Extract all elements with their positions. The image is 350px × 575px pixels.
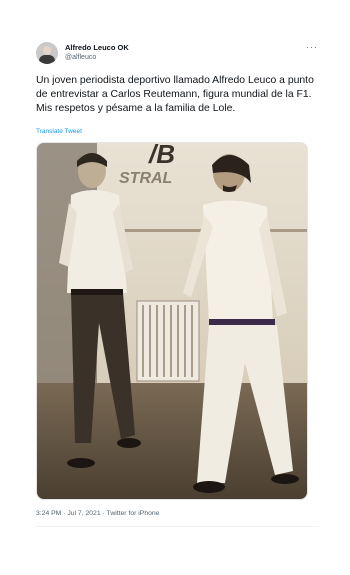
tweet-date[interactable]: Jul 7, 2021	[67, 510, 100, 517]
avatar[interactable]	[36, 42, 58, 64]
tweet-photo[interactable]: /B STRAL	[36, 142, 308, 500]
author-name[interactable]: Alfredo Leuco OK	[65, 43, 129, 52]
translate-tweet-link[interactable]: Translate Tweet	[36, 128, 82, 135]
tweet-text: Un joven periodista deportivo llamado Al…	[36, 75, 314, 114]
avatar-torso	[39, 55, 55, 64]
divider	[36, 526, 318, 527]
tweet-source[interactable]: Twitter for iPhone	[107, 510, 160, 517]
tweet-card: Alfredo Leuco OK @alfleuco ··· Un joven …	[24, 30, 328, 530]
photo-image: /B STRAL	[37, 143, 307, 499]
photo-wall-lettering-bottom: STRAL	[119, 170, 172, 187]
photo-radiator	[136, 300, 200, 382]
tweet-header: Alfredo Leuco OK @alfleuco ···	[36, 40, 318, 70]
photo-wall-lettering-top: /B	[148, 143, 175, 169]
tweet-time[interactable]: 3:24 PM	[36, 510, 61, 517]
author-handle[interactable]: @alfleuco	[65, 54, 96, 61]
more-options-icon[interactable]: ···	[306, 42, 318, 52]
avatar-head	[43, 46, 51, 55]
tweet-meta: 3:24 PM · Jul 7, 2021 · Twitter for iPho…	[36, 510, 159, 517]
